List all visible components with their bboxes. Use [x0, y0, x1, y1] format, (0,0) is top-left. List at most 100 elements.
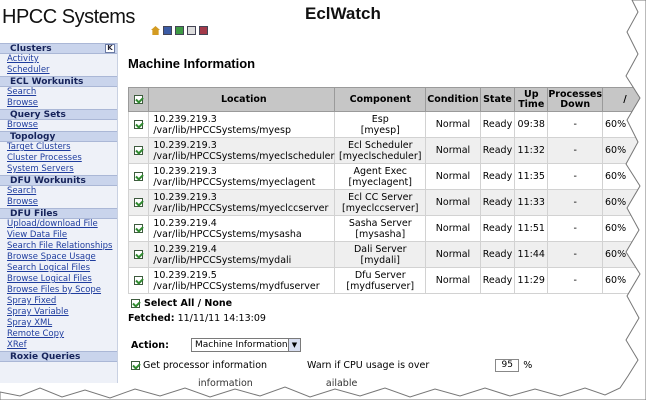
- sidebar-link[interactable]: Browse: [0, 98, 117, 109]
- print-icon[interactable]: [163, 26, 172, 35]
- condition-cell: Normal: [425, 163, 481, 190]
- home-icon[interactable]: [151, 26, 160, 35]
- select-all-checkbox[interactable]: [131, 299, 140, 308]
- save-icon[interactable]: [175, 26, 184, 35]
- state-cell: Ready: [479, 267, 516, 294]
- sidebar-link[interactable]: Spray Fixed: [0, 296, 117, 307]
- sidebar-link[interactable]: Target Clusters: [0, 142, 117, 153]
- edit-icon[interactable]: [187, 26, 196, 35]
- location-path: /var/lib/HPCCSystems/myeclscheduler: [153, 150, 335, 162]
- row-select-cell[interactable]: [127, 111, 150, 138]
- row-select-cell[interactable]: [127, 241, 150, 268]
- table-row[interactable]: 10.239.219.5/var/lib/HPCCSystems/mydfuse…: [127, 267, 646, 294]
- row-checkbox[interactable]: [134, 224, 144, 233]
- extra-cell: 60%: [602, 215, 646, 242]
- sidebar-link[interactable]: System Servers: [0, 164, 117, 175]
- sidebar-link[interactable]: Browse: [0, 197, 117, 208]
- row-select-cell[interactable]: [127, 163, 150, 190]
- uptime-cell: 11:44: [514, 241, 549, 268]
- location-ip[interactable]: 10.239.219.3: [153, 166, 334, 177]
- sidebar-link[interactable]: Scheduler: [0, 65, 117, 76]
- location-ip[interactable]: 10.239.219.5: [153, 270, 334, 281]
- table-header-row: Location Component Condition State Up Ti…: [127, 87, 646, 112]
- uptime-cell: 11:33: [514, 189, 549, 216]
- checkbox-icon[interactable]: [134, 94, 144, 104]
- table-row[interactable]: 10.239.219.4/var/lib/HPCCSystems/mysasha…: [127, 215, 646, 242]
- action-select[interactable]: Machine Information ▼: [191, 338, 301, 352]
- col-processes-down[interactable]: Processes Down: [547, 87, 603, 112]
- location-ip[interactable]: 10.239.219.3: [153, 114, 334, 125]
- component-id: [myeclagent]: [348, 176, 412, 188]
- col-extra[interactable]: /: [602, 87, 646, 112]
- header-select-checkbox[interactable]: [127, 87, 150, 112]
- sidebar-link[interactable]: Browse: [0, 120, 117, 131]
- sidebar-link[interactable]: Spray Variable: [0, 307, 117, 318]
- sidebar-link[interactable]: Search: [0, 87, 117, 98]
- col-state[interactable]: State: [479, 87, 516, 112]
- table-row[interactable]: 10.239.219.3/var/lib/HPCCSystems/myesp Es…: [127, 111, 646, 138]
- sidebar-section-header[interactable]: Clusters K: [0, 43, 117, 54]
- row-checkbox[interactable]: [134, 198, 144, 207]
- sidebar-link[interactable]: Activity: [0, 54, 117, 65]
- sidebar-link[interactable]: Search Logical Files: [0, 263, 117, 274]
- select-all-label[interactable]: Select All / None: [144, 298, 232, 309]
- sidebar-section-header[interactable]: DFU Files: [0, 208, 117, 219]
- row-select-cell[interactable]: [127, 215, 150, 242]
- col-location[interactable]: Location: [148, 87, 336, 112]
- location-ip[interactable]: 10.239.219.3: [153, 192, 334, 203]
- close-icon[interactable]: [199, 26, 208, 35]
- state-cell: Ready: [479, 189, 516, 216]
- row-checkbox[interactable]: [134, 120, 144, 129]
- component-cell: Dali Server [mydali]: [334, 241, 427, 268]
- row-checkbox[interactable]: [134, 276, 144, 285]
- sidebar-link[interactable]: Search: [0, 186, 117, 197]
- extra-cell: 60%: [602, 163, 646, 190]
- row-select-cell[interactable]: [127, 137, 150, 164]
- action-row: Action: Machine Information ▼: [131, 338, 301, 352]
- col-component[interactable]: Component: [334, 87, 427, 112]
- uptime-cell: 11:35: [514, 163, 549, 190]
- condition-cell: Normal: [425, 189, 481, 216]
- sidebar-link[interactable]: Spray XML: [0, 318, 117, 329]
- sidebar-link[interactable]: Cluster Processes: [0, 153, 117, 164]
- col-condition[interactable]: Condition: [425, 87, 481, 112]
- state-cell: Ready: [479, 241, 516, 268]
- table-row[interactable]: 10.239.219.3/var/lib/HPCCSystems/myeclsc…: [127, 137, 646, 164]
- sidebar-link[interactable]: Upload/download File: [0, 219, 117, 230]
- sidebar-link[interactable]: Search File Relationships: [0, 241, 117, 252]
- row-select-cell[interactable]: [127, 267, 150, 294]
- warn-cpu-input[interactable]: 95: [495, 359, 520, 372]
- table-row[interactable]: 10.239.219.3/var/lib/HPCCSystems/myeclag…: [127, 163, 646, 190]
- location-cell: 10.239.219.3/var/lib/HPCCSystems/myesp: [148, 111, 336, 138]
- location-ip[interactable]: 10.239.219.4: [153, 244, 334, 255]
- sidebar-section-header[interactable]: Query Sets: [0, 109, 117, 120]
- processes-down-cell: -: [547, 189, 603, 216]
- sidebar-link[interactable]: Remote Copy: [0, 329, 117, 340]
- truncated-row: information ailable: [198, 378, 357, 389]
- sidebar-section-header[interactable]: DFU Workunits: [0, 175, 117, 186]
- sidebar-link[interactable]: View Data File: [0, 230, 117, 241]
- get-processor-checkbox[interactable]: [131, 361, 140, 370]
- row-checkbox[interactable]: [134, 172, 144, 181]
- chevron-down-icon[interactable]: ▼: [288, 339, 300, 351]
- sidebar-link[interactable]: XRef: [0, 340, 117, 351]
- extra-cell: 60%: [602, 189, 646, 216]
- row-checkbox[interactable]: [134, 146, 144, 155]
- collapse-sidebar-icon[interactable]: K: [105, 44, 115, 53]
- col-uptime[interactable]: Up Time: [514, 87, 549, 112]
- component-name: Esp: [371, 113, 389, 125]
- row-checkbox[interactable]: [134, 250, 144, 259]
- location-ip[interactable]: 10.239.219.3: [153, 140, 334, 151]
- location-ip[interactable]: 10.239.219.4: [153, 218, 334, 229]
- select-all-control[interactable]: Select All / None: [131, 298, 232, 309]
- sidebar-section-header[interactable]: Topology: [0, 131, 117, 142]
- row-select-cell[interactable]: [127, 189, 150, 216]
- table-row[interactable]: 10.239.219.3/var/lib/HPCCSystems/myeclcc…: [127, 189, 646, 216]
- sidebar-section-header[interactable]: Roxie Queries: [0, 351, 117, 362]
- sidebar-section-header[interactable]: ECL Workunits: [0, 76, 117, 87]
- processes-down-cell: -: [547, 241, 603, 268]
- sidebar-link[interactable]: Browse Files by Scope: [0, 285, 117, 296]
- table-row[interactable]: 10.239.219.4/var/lib/HPCCSystems/mydali D…: [127, 241, 646, 268]
- sidebar-link[interactable]: Browse Space Usage: [0, 252, 117, 263]
- sidebar-link[interactable]: Browse Logical Files: [0, 274, 117, 285]
